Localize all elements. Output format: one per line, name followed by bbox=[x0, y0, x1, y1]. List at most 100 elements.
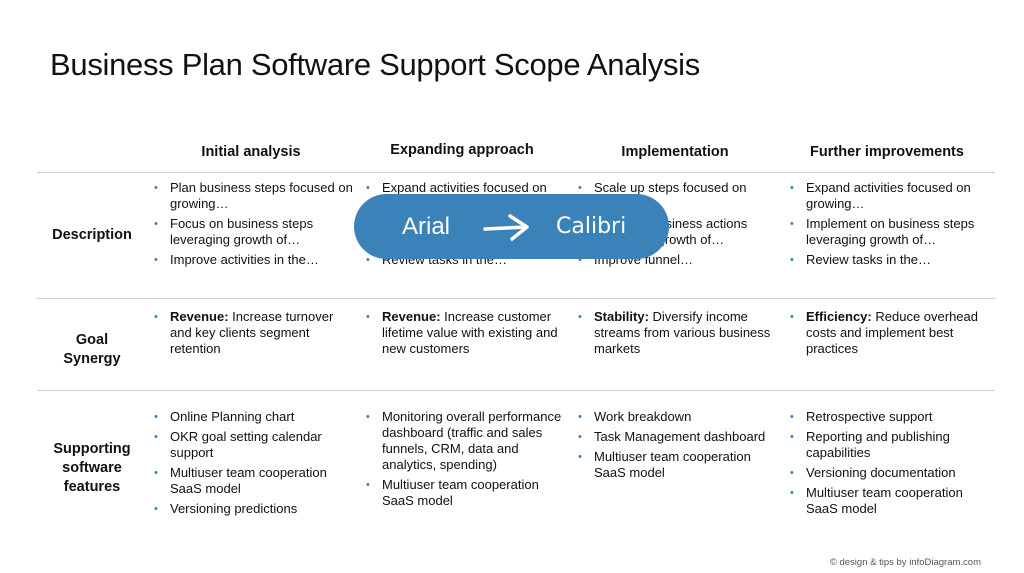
list-item: • Versioning predictions bbox=[152, 501, 357, 517]
bullet-icon: • bbox=[366, 311, 370, 323]
column-header-implementation: Implementation bbox=[621, 144, 729, 160]
bullet-icon: • bbox=[790, 254, 794, 266]
column-header-further-improvements: Further improvements bbox=[810, 144, 964, 160]
bullet-list: • Revenue: Increase customer lifetime val… bbox=[364, 309, 569, 357]
bullet-icon: • bbox=[154, 431, 158, 443]
item-text: Retrospective support bbox=[806, 409, 933, 424]
column-header-expanding-approach: Expanding approach bbox=[390, 142, 534, 158]
bullet-list: • Online Planning chart • OKR goal setting … bbox=[152, 409, 357, 517]
bullet-icon: • bbox=[154, 218, 158, 230]
item-text: Focus on business steps leveraging growt… bbox=[170, 216, 314, 247]
item-keyword: Revenue: bbox=[382, 309, 441, 324]
bullet-list: • Plan business steps focused on growing…… bbox=[152, 180, 357, 268]
list-item: • Multiuser team cooperation SaaS model bbox=[788, 485, 993, 517]
item-keyword: Revenue: bbox=[170, 309, 229, 324]
bullet-icon: • bbox=[154, 503, 158, 515]
list-item: • Revenue: Increase turnover and key clie… bbox=[152, 309, 357, 357]
list-item: • Expand activities focused on growing… bbox=[788, 180, 993, 212]
row-label-description: Description bbox=[52, 227, 132, 243]
footer-credit: © design & tips by infoDiagram.com bbox=[829, 557, 981, 568]
header-divider bbox=[37, 172, 995, 173]
bullet-icon: • bbox=[154, 311, 158, 323]
list-item: • OKR goal setting calendar support bbox=[152, 429, 357, 461]
bullet-icon: • bbox=[790, 411, 794, 423]
table-cell: • Expand activities focused on growing… • I… bbox=[788, 180, 993, 272]
item-text: Versioning predictions bbox=[170, 501, 298, 516]
bullet-icon: • bbox=[154, 467, 158, 479]
font-from-label: Arial bbox=[402, 212, 451, 240]
table-cell: • Online Planning chart • OKR goal setting … bbox=[152, 409, 357, 521]
item-text: Work breakdown bbox=[594, 409, 692, 424]
bullet-list: • Revenue: Increase turnover and key clie… bbox=[152, 309, 357, 357]
bullet-icon: • bbox=[366, 479, 370, 491]
item-text: Improve activities in the… bbox=[170, 252, 319, 267]
row-divider bbox=[37, 390, 995, 391]
bullet-list: • Expand activities focused on growing… • I… bbox=[788, 180, 993, 268]
list-item: • Work breakdown bbox=[576, 409, 781, 425]
item-text: OKR goal setting calendar support bbox=[170, 429, 322, 460]
bullet-list: • Monitoring overall performance dashboar… bbox=[364, 409, 569, 509]
list-item: • Versioning documentation bbox=[788, 465, 993, 481]
list-item: • Multiuser team cooperation SaaS model bbox=[152, 465, 357, 497]
item-text: Reporting and publishing capabilities bbox=[806, 429, 950, 460]
bullet-list: • Efficiency: Reduce overhead costs and i… bbox=[788, 309, 993, 357]
table-cell: • Efficiency: Reduce overhead costs and i… bbox=[788, 309, 993, 361]
list-item: • Plan business steps focused on growing… bbox=[152, 180, 357, 212]
bullet-icon: • bbox=[790, 218, 794, 230]
row-label-text: Supporting software features bbox=[53, 441, 131, 495]
list-item: • Revenue: Increase customer lifetime val… bbox=[364, 309, 569, 357]
row-label-text: Goal Synergy bbox=[63, 332, 121, 367]
bullet-icon: • bbox=[366, 411, 370, 423]
item-text: Multiuser team cooperation SaaS model bbox=[170, 465, 327, 496]
list-item: • Online Planning chart bbox=[152, 409, 357, 425]
bullet-icon: • bbox=[790, 467, 794, 479]
bullet-list: • Work breakdown • Task Management dashboar… bbox=[576, 409, 781, 481]
table-cell: • Revenue: Increase turnover and key clie… bbox=[152, 309, 357, 361]
bullet-icon: • bbox=[578, 411, 582, 423]
table-cell: • Plan business steps focused on growing…… bbox=[152, 180, 357, 272]
item-text: Implement on business steps leveraging g… bbox=[806, 216, 975, 247]
item-text: Monitoring overall performance dashboard… bbox=[382, 409, 562, 472]
arrow-right-icon bbox=[482, 212, 532, 247]
bullet-icon: • bbox=[366, 182, 370, 194]
table-cell: • Retrospective support • Reporting and pub… bbox=[788, 409, 993, 521]
item-keyword: Efficiency: bbox=[806, 309, 872, 324]
list-item: • Task Management dashboard bbox=[576, 429, 781, 445]
item-keyword: Stability: bbox=[594, 309, 649, 324]
bullet-icon: • bbox=[790, 182, 794, 194]
table-cell: • Stability: Diversify income streams fro… bbox=[576, 309, 781, 361]
item-text: Online Planning chart bbox=[170, 409, 295, 424]
list-item: • Stability: Diversify income streams fro… bbox=[576, 309, 781, 357]
item-text: Multiuser team cooperation SaaS model bbox=[806, 485, 963, 516]
list-item: • Focus on business steps leveraging grow… bbox=[152, 216, 357, 248]
list-item: • Multiuser team cooperation SaaS model bbox=[576, 449, 781, 481]
bullet-icon: • bbox=[154, 254, 158, 266]
bullet-list: • Stability: Diversify income streams fro… bbox=[576, 309, 781, 357]
list-item: • Review tasks in the… bbox=[788, 252, 993, 268]
font-change-banner: Arial Calibri bbox=[354, 194, 669, 259]
list-item: • Implement on business steps leveraging … bbox=[788, 216, 993, 248]
page-title: Business Plan Software Support Scope Ana… bbox=[50, 47, 700, 82]
row-label-supporting-features: Supporting software features bbox=[37, 440, 147, 497]
table-cell: • Monitoring overall performance dashboar… bbox=[364, 409, 569, 513]
bullet-icon: • bbox=[154, 411, 158, 423]
item-text: Versioning documentation bbox=[806, 465, 956, 480]
table-cell: • Work breakdown • Task Management dashboar… bbox=[576, 409, 781, 485]
item-text: Multiuser team cooperation SaaS model bbox=[382, 477, 539, 508]
list-item: • Monitoring overall performance dashboar… bbox=[364, 409, 569, 473]
row-divider bbox=[37, 298, 995, 299]
list-item: • Multiuser team cooperation SaaS model bbox=[364, 477, 569, 509]
bullet-icon: • bbox=[578, 451, 582, 463]
font-to-label: Calibri bbox=[556, 214, 627, 239]
list-item: • Efficiency: Reduce overhead costs and i… bbox=[788, 309, 993, 357]
list-item: • Improve activities in the… bbox=[152, 252, 357, 268]
bullet-icon: • bbox=[154, 182, 158, 194]
bullet-icon: • bbox=[578, 311, 582, 323]
table-cell: • Revenue: Increase customer lifetime val… bbox=[364, 309, 569, 361]
row-label-goal-synergy: Goal Synergy bbox=[37, 331, 147, 369]
item-text: Expand activities focused on growing… bbox=[806, 180, 971, 211]
item-text: Plan business steps focused on growing… bbox=[170, 180, 353, 211]
item-text: Task Management dashboard bbox=[594, 429, 766, 444]
bullet-icon: • bbox=[790, 311, 794, 323]
list-item: • Reporting and publishing capabilities bbox=[788, 429, 993, 461]
